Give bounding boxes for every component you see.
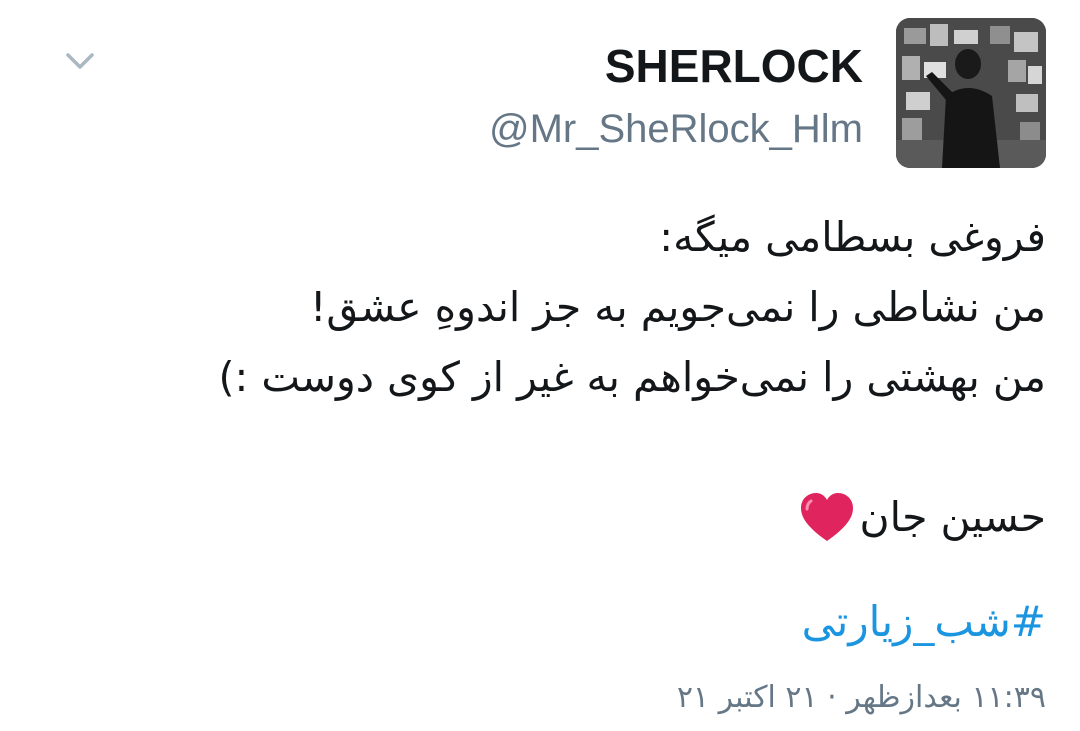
- tweet-menu-chevron-down-icon[interactable]: [62, 46, 98, 76]
- hashtag-link[interactable]: #شب_زیارتی: [802, 594, 1046, 650]
- tweet-timestamp[interactable]: ۱۱:۳۹ بعدازظهر · ۲۱ اکتبر ۲۱: [677, 676, 1046, 720]
- tweet-text: فروغی بسطامی میگه: من نشاطی را نمی‌جویم …: [46, 202, 1046, 552]
- avatar-image: [896, 18, 1046, 168]
- red-heart-icon: [798, 491, 856, 545]
- signature-text: حسین جان: [859, 493, 1046, 541]
- tweet-line: من بهشتی را نمی‌خواهم به غیر از کوی دوست…: [218, 353, 1047, 401]
- tweet-line: من نشاطی را نمی‌جویم به جز اندوهِ عشق!: [309, 283, 1046, 331]
- display-name[interactable]: SHERLOCK: [605, 38, 863, 94]
- user-handle[interactable]: @Mr_SheRlock_Hlm: [489, 104, 863, 154]
- tweet-line: فروغی بسطامی میگه:: [659, 213, 1046, 261]
- signature-line: حسین جان: [46, 482, 1046, 552]
- avatar[interactable]: [896, 18, 1046, 168]
